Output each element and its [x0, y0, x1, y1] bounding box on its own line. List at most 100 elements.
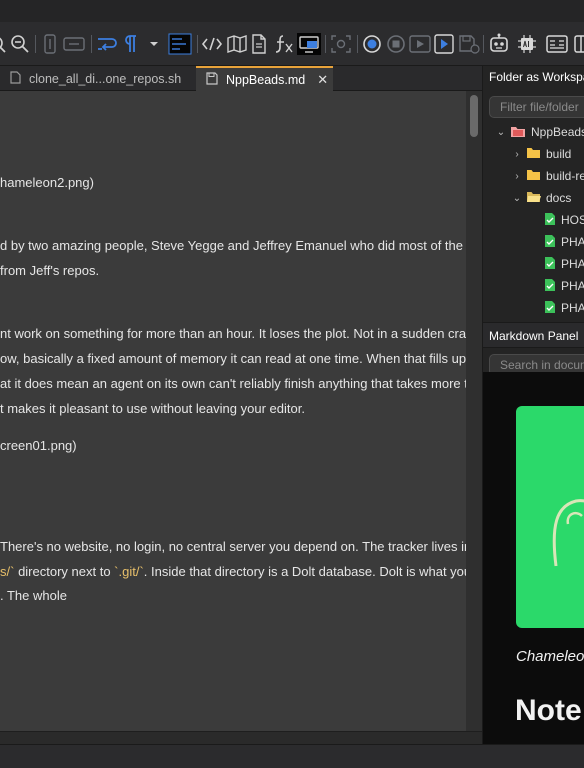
start-recording-icon[interactable] — [362, 32, 382, 56]
editor-line: from Jeff's repos. — [0, 263, 100, 278]
markdown-file-icon — [544, 278, 556, 295]
tab-nppbeads-md[interactable]: NppBeads.md ✕ — [196, 66, 333, 91]
inline-code: `.git/` — [114, 564, 144, 579]
side-panels: Folder as Workspace Filter file/folder ⌄… — [482, 66, 584, 744]
chevron-down-icon[interactable]: ⌄ — [511, 193, 523, 204]
scrollbar-thumb[interactable] — [470, 95, 478, 137]
document-icon[interactable] — [251, 32, 267, 56]
editor-line: d by two amazing people, Steve Yegge and… — [0, 238, 466, 253]
tree-item-label: NppBeads — [531, 125, 584, 139]
tree-item-label: build — [546, 147, 572, 161]
title-strip — [0, 0, 584, 22]
tree-item-label: docs — [546, 191, 572, 205]
line-text: directory next to — [14, 564, 115, 579]
markdown-panel-header: Markdown Panel — [483, 322, 584, 348]
editor-line: at it does mean an agent on its own can'… — [0, 376, 466, 391]
toolbar — [0, 22, 584, 66]
preview-heading: Note — [515, 694, 582, 727]
tab-bar: clone_all_di...one_repos.sh NppBeads.md … — [0, 66, 482, 91]
markdown-file-icon — [544, 300, 556, 317]
toolbar-separator — [35, 35, 36, 53]
toolbar-separator — [325, 35, 326, 53]
workspace-root-icon — [510, 124, 526, 141]
inline-code: s/` — [0, 564, 15, 579]
editor-line: nt work on something for more than an ho… — [0, 326, 466, 341]
tree-item-label: PHA — [561, 301, 584, 315]
tree-item-file[interactable]: PHA — [541, 233, 584, 251]
markdown-preview: Chameleon Note — [483, 372, 584, 744]
tree-item-label: PHA — [561, 235, 584, 249]
notepad-plus-plus-window: clone_all_di...one_repos.sh NppBeads.md … — [0, 0, 584, 768]
folder-panel-title: Folder as Workspace — [489, 70, 584, 84]
status-bar — [0, 744, 584, 768]
chevron-right-icon[interactable]: › — [511, 149, 523, 160]
sync-horizontal-icon[interactable] — [63, 32, 85, 56]
tree-item-file[interactable]: HOS — [541, 211, 584, 229]
editor-horizontal-scrollbar[interactable] — [0, 731, 482, 744]
editor-line: ow, basically a fixed amount of memory i… — [0, 351, 466, 366]
zoom-in-icon[interactable] — [0, 32, 8, 56]
stop-recording-icon[interactable] — [386, 32, 406, 56]
document-map-icon[interactable] — [168, 32, 192, 56]
sync-vertical-icon[interactable] — [42, 32, 58, 56]
editor-line: . The whole — [0, 588, 67, 603]
tab-label: NppBeads.md — [226, 72, 306, 87]
image-caption: Chameleon — [516, 648, 584, 665]
tree-item-root[interactable]: ⌄ NppBeads — [495, 123, 584, 141]
markdown-panel-title: Markdown Panel — [489, 329, 579, 343]
chameleon-tail-icon — [552, 499, 584, 567]
toolbar-separator — [483, 35, 484, 53]
panel-layout-icon[interactable] — [546, 32, 568, 56]
robot-icon[interactable] — [488, 32, 510, 56]
save-macro-icon[interactable] — [458, 32, 480, 56]
word-wrap-icon[interactable] — [96, 32, 118, 56]
filter-file-folder-input[interactable]: Filter file/folder — [489, 96, 584, 118]
line-text: . Inside that directory is a Dolt databa… — [143, 564, 466, 579]
editor-line: t makes it pleasant to use without leavi… — [0, 401, 305, 416]
editor-text-area[interactable]: hameleon2.png) d by two amazing people, … — [0, 91, 466, 731]
tab-clone-all-script[interactable]: clone_all_di...one_repos.sh — [0, 66, 196, 91]
show-all-characters-icon[interactable] — [122, 32, 138, 56]
markdown-file-icon — [544, 234, 556, 251]
tree-item-label: build-re — [546, 169, 584, 183]
save-file-icon — [206, 71, 218, 88]
chevron-right-icon[interactable]: › — [511, 171, 523, 182]
code-tags-icon[interactable] — [201, 32, 223, 56]
function-list-icon[interactable] — [274, 32, 294, 56]
zoom-out-icon[interactable] — [10, 32, 30, 56]
toolbar-separator — [197, 35, 198, 53]
chevron-down-icon[interactable]: ⌄ — [495, 127, 507, 138]
markdown-file-icon — [544, 212, 556, 229]
file-icon — [10, 70, 21, 87]
tree-item-build[interactable]: › build — [511, 145, 571, 163]
tab-label: clone_all_di...one_repos.sh — [29, 71, 182, 86]
map-icon[interactable] — [227, 32, 247, 56]
playback-icon[interactable] — [409, 32, 431, 56]
markdown-file-icon — [544, 256, 556, 273]
chameleon-image — [516, 406, 584, 628]
run-macro-multiple-icon[interactable] — [434, 32, 454, 56]
tree-item-label: PHA — [561, 279, 584, 293]
monitor-icon[interactable] — [296, 32, 322, 56]
tree-item-label: PHA — [561, 257, 584, 271]
tree-item-build-re[interactable]: › build-re — [511, 167, 584, 185]
panel-split-icon[interactable] — [574, 32, 584, 56]
tree-item-label: HOS — [561, 213, 584, 227]
ai-chip-icon[interactable] — [516, 32, 538, 56]
toolbar-dropdown-chevron-down-icon[interactable] — [148, 32, 160, 56]
open-folder-icon — [526, 191, 541, 206]
tree-item-file[interactable]: PHA — [541, 299, 584, 317]
screen-capture-icon[interactable] — [330, 32, 352, 56]
editor-line: creen01.png) — [0, 438, 77, 453]
toolbar-separator — [357, 35, 358, 53]
editor-vertical-scrollbar[interactable] — [466, 91, 482, 731]
folder-icon — [526, 169, 541, 184]
close-tab-icon[interactable]: ✕ — [317, 72, 328, 88]
editor-line: s/` directory next to `.git/`. Inside th… — [0, 564, 466, 579]
toolbar-separator — [91, 35, 92, 53]
tree-item-docs[interactable]: ⌄ docs — [511, 189, 572, 207]
tree-item-file[interactable]: PHA — [541, 277, 584, 295]
tree-item-file[interactable]: PHA — [541, 255, 584, 273]
editor-line: hameleon2.png) — [0, 175, 94, 190]
folder-icon — [526, 147, 541, 162]
